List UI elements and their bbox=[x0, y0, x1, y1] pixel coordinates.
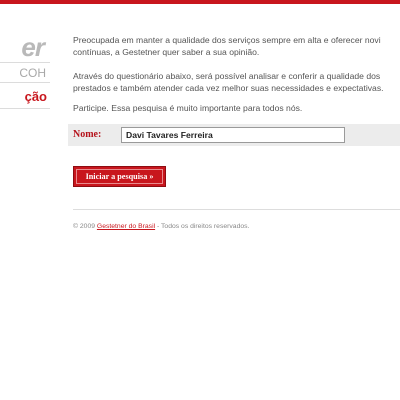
name-input[interactable] bbox=[121, 127, 345, 143]
brand-logo: er bbox=[21, 32, 45, 62]
company-link[interactable]: Gestetner do Brasil bbox=[97, 223, 155, 230]
name-label: Nome: bbox=[73, 129, 102, 140]
sidebar-divider bbox=[0, 82, 50, 83]
start-survey-button[interactable]: Iniciar a pesquisa » bbox=[73, 166, 166, 187]
sidebar-divider bbox=[0, 108, 50, 109]
main-content: Preocupada em manter a qualidade dos ser… bbox=[68, 0, 400, 400]
footer-copyright: © 2009 bbox=[73, 223, 97, 230]
intro-paragraph-line: Preocupada em manter a qualidade dos ser… bbox=[73, 35, 381, 45]
name-form-row: Nome: bbox=[68, 124, 400, 146]
intro-paragraph-line: Através do questionário abaixo, será pos… bbox=[73, 71, 381, 81]
intro-paragraph-line: Participe. Essa pesquisa é muito importa… bbox=[73, 103, 303, 113]
intro-paragraph-line: contínuas, a Gestetner quer saber a sua … bbox=[73, 47, 260, 57]
intro-paragraph-line: prestados e também atender cada vez melh… bbox=[73, 83, 384, 93]
sidebar: er COH ção bbox=[0, 4, 56, 400]
footer-divider bbox=[73, 209, 400, 210]
footer-text: © 2009 Gestetner do Brasil - Todos os di… bbox=[73, 223, 249, 230]
sidebar-divider bbox=[0, 62, 50, 63]
section-title: ção bbox=[24, 89, 47, 104]
footer-rights: - Todos os direitos reservados. bbox=[155, 223, 250, 230]
start-survey-label: Iniciar a pesquisa » bbox=[85, 172, 154, 181]
brand-subtitle: COH bbox=[19, 66, 46, 80]
